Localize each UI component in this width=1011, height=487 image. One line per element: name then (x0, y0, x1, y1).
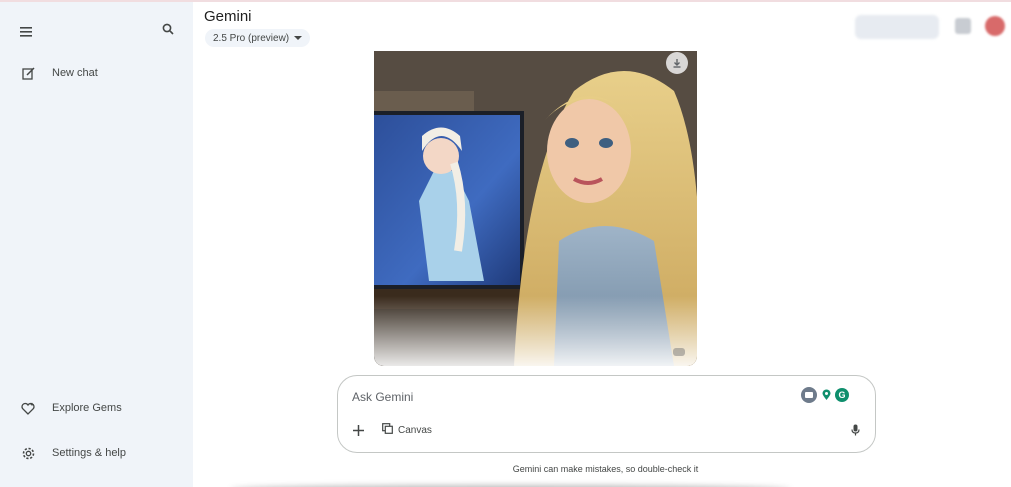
disclaimer-text: Gemini can make mistakes, so double-chec… (512, 464, 699, 474)
canvas-label: Canvas (398, 424, 432, 436)
edit-icon (16, 66, 40, 80)
new-chat-label: New chat (52, 67, 98, 79)
image-fade (374, 296, 697, 366)
gem-icon (16, 402, 40, 415)
apps-icon[interactable] (955, 18, 971, 34)
sidebar: New chat Explore Gems Settings & help (0, 2, 193, 487)
add-icon[interactable] (350, 422, 366, 438)
search-icon[interactable] (156, 17, 180, 41)
generated-image[interactable] (374, 51, 697, 366)
watermark-icon (673, 348, 685, 356)
explore-gems-label: Explore Gems (52, 402, 122, 414)
prompt-input[interactable]: Ask Gemini (352, 390, 413, 404)
upgrade-button[interactable] (855, 15, 939, 39)
extension-icon[interactable] (801, 387, 817, 403)
canvas-icon (382, 423, 393, 437)
new-chat-button[interactable]: New chat (8, 57, 186, 89)
extension-icons: G (801, 387, 849, 403)
download-icon[interactable] (666, 52, 688, 74)
grammarly-icon[interactable]: G (835, 388, 849, 402)
canvas-button[interactable]: Canvas (382, 422, 432, 438)
model-selector[interactable]: 2.5 Pro (preview) (205, 29, 311, 47)
app-title: Gemini (204, 8, 252, 25)
chevron-down-icon (294, 36, 303, 40)
gemini-app: New chat Explore Gems Settings & help Ge… (0, 0, 1011, 487)
menu-icon[interactable] (14, 20, 38, 44)
location-pin-icon[interactable] (821, 389, 831, 401)
prompt-composer[interactable]: Ask Gemini G Canvas (337, 375, 876, 453)
model-label: 2.5 Pro (preview) (213, 32, 290, 44)
settings-help-label: Settings & help (52, 447, 126, 459)
gear-icon (16, 447, 40, 460)
avatar[interactable] (985, 16, 1005, 36)
explore-gems-button[interactable]: Explore Gems (8, 392, 186, 424)
microphone-icon[interactable] (847, 422, 863, 438)
